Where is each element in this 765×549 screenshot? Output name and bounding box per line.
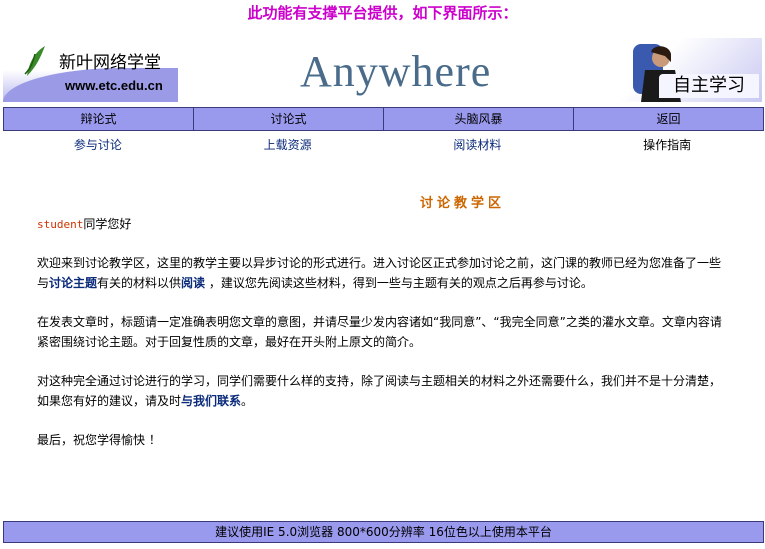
greeting: student同学您好 xyxy=(37,214,727,235)
topic-link[interactable]: 讨论主题 xyxy=(49,276,97,290)
subnav-reading-materials[interactable]: 阅读材料 xyxy=(383,136,573,154)
intro-paragraph: 欢迎来到讨论教学区，这里的教学主要以异步讨论的形式进行。进入讨论区正式参加讨论之… xyxy=(37,253,727,293)
logo-url: www.etc.edu.cn xyxy=(65,78,163,93)
nav-debate[interactable]: 辩论式 xyxy=(4,108,194,130)
subnav-upload-resources[interactable]: 上载资源 xyxy=(193,136,383,154)
intro-text-b: 有关的材料以供 xyxy=(97,276,182,290)
anywhere-title: Anywhere xyxy=(300,47,492,96)
section-title: 讨论教学区 xyxy=(419,196,505,211)
subnav-guide[interactable]: 操作指南 xyxy=(572,136,762,154)
leaf-icon xyxy=(24,46,45,76)
greeting-text: 同学您好 xyxy=(83,217,132,231)
contact-us-link[interactable]: 与我们联系 xyxy=(181,394,241,408)
nav-discussion[interactable]: 讨论式 xyxy=(194,108,384,130)
footer-note: 建议使用IE 5.0浏览器 800*600分辨率 16位色以上使用本平台 xyxy=(3,521,764,543)
feedback-text-b: 。 xyxy=(241,394,254,408)
top-note: 此功能有支撑平台提供，如下界面所示： xyxy=(247,4,518,22)
intro-text-c: ，建议您先阅读这些材料，得到一些与主题有关的观点之后再参与讨论。 xyxy=(205,276,593,290)
posting-rules-paragraph: 在发表文章时，标题请一定准确表明您文章的意图，并请尽量少发内容诸如“我同意”、“… xyxy=(37,315,722,349)
main-content: student同学您好 欢迎来到讨论教学区，这里的教学主要以异步讨论的形式进行。… xyxy=(37,214,727,469)
feedback-text-a: 对这种完全通过讨论进行的学习，同学们需要什么样的支持，除了阅读与主题相关的材料之… xyxy=(37,374,722,408)
username: student xyxy=(37,218,84,231)
self-study-image: 自主学习 xyxy=(619,38,762,102)
logo-title: 新叶网络学堂 xyxy=(59,53,161,73)
reading-link[interactable]: 阅读 xyxy=(181,276,205,290)
main-nav: 辩论式 讨论式 头脑风暴 返回 xyxy=(3,107,764,131)
feedback-paragraph: 对这种完全通过讨论进行的学习，同学们需要什么样的支持，除了阅读与主题相关的材料之… xyxy=(37,371,727,411)
closing-paragraph: 最后，祝您学得愉快 ！ xyxy=(37,433,161,447)
subnav-join-discussion[interactable]: 参与讨论 xyxy=(3,136,193,154)
sub-nav: 参与讨论 上载资源 阅读材料 操作指南 xyxy=(3,136,762,154)
site-logo[interactable]: 新叶网络学堂 www.etc.edu.cn xyxy=(3,38,178,102)
nav-brainstorm[interactable]: 头脑风暴 xyxy=(384,108,574,130)
header-banner: 新叶网络学堂 www.etc.edu.cn Anywhere 自主学习 xyxy=(3,38,762,102)
nav-back[interactable]: 返回 xyxy=(574,108,763,130)
self-study-label: 自主学习 xyxy=(659,74,759,98)
